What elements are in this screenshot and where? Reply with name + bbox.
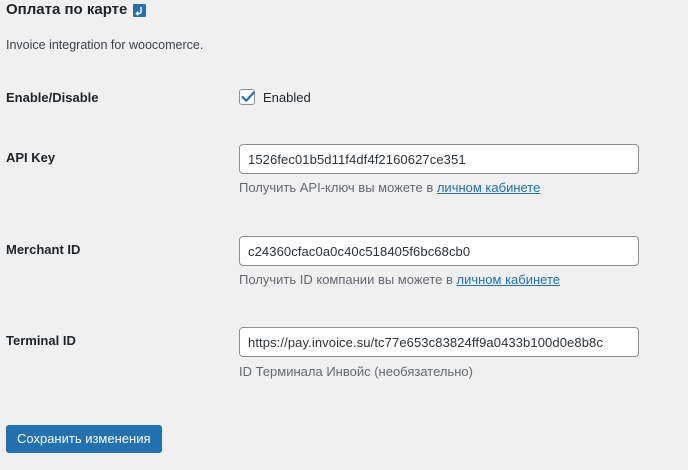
merchant-id-cabinet-link[interactable]: личном кабинете [457,272,561,287]
checkmark-icon [241,91,255,102]
merchant-id-label: Merchant ID [6,242,81,257]
terminal-id-help: ID Терминала Инвойс (необязательно) [239,364,473,379]
save-changes-button[interactable]: Сохранить изменения [6,425,162,453]
settings-page: Оплата по карте Invoice integration for … [0,0,688,470]
api-key-label: API Key [6,150,56,165]
terminal-id-input[interactable] [239,327,639,357]
page-header: Оплата по карте [6,0,147,20]
enable-checkbox-label[interactable]: Enabled [263,90,311,105]
return-arrow-icon[interactable] [133,3,147,17]
merchant-id-help: Получить ID компании вы можете в личном … [239,272,560,287]
api-key-input[interactable] [239,144,639,174]
enable-checkbox[interactable] [239,89,255,105]
merchant-id-help-text: Получить ID компании вы можете в [239,272,457,287]
page-title: Оплата по карте [6,1,128,18]
enable-label: Enable/Disable [6,90,99,105]
gateway-description: Invoice integration for woocomerce. [6,38,204,52]
api-key-help: Получить API-ключ вы можете в личном каб… [239,180,540,195]
api-key-cabinet-link[interactable]: личном кабинете [437,180,541,195]
merchant-id-input[interactable] [239,236,639,266]
api-key-help-text: Получить API-ключ вы можете в [239,180,437,195]
terminal-id-label: Terminal ID [6,333,76,348]
